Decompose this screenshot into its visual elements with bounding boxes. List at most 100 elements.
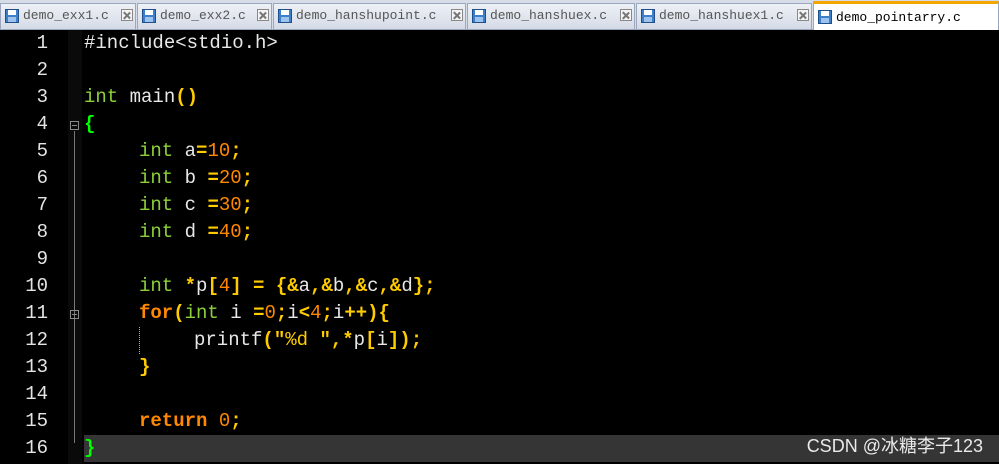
number: 4 <box>310 302 322 324</box>
number: 20 <box>218 167 242 189</box>
operator: () <box>175 86 199 108</box>
fold-minus-icon[interactable] <box>70 121 79 130</box>
save-disk-icon <box>5 9 19 23</box>
operator: ] <box>230 275 242 297</box>
number: 0 <box>218 410 231 432</box>
tab-label: demo_hanshuex1.c <box>659 8 784 23</box>
line-number: 7 <box>36 194 48 216</box>
code-line-16: } <box>84 435 95 462</box>
operator: ++){ <box>344 302 390 324</box>
operator: < <box>298 302 311 324</box>
operator: ", <box>319 329 343 351</box>
code-line-1: #include<stdio.h> <box>84 30 278 57</box>
identifier: d <box>401 275 413 297</box>
brace: { <box>84 113 96 135</box>
operator: (" <box>262 329 286 351</box>
save-disk-icon <box>641 9 655 23</box>
keyword: int <box>84 86 119 108</box>
operator: ; <box>230 410 242 432</box>
operator: ( <box>173 302 185 324</box>
code-line-5: int a=10; <box>139 138 242 165</box>
line-number: 12 <box>25 329 48 351</box>
close-icon[interactable] <box>620 9 632 21</box>
number: 4 <box>218 275 231 297</box>
close-icon[interactable] <box>257 9 269 21</box>
tab-label: demo_hanshupoint.c <box>296 8 437 23</box>
code-line-12: printf("%d ",*p[i]); <box>194 327 422 354</box>
tab-bar: demo_exx1.c demo_exx2.c demo_hanshupoint… <box>0 0 999 30</box>
operator: * <box>184 275 197 297</box>
close-icon[interactable] <box>121 9 133 21</box>
identifier: main <box>118 86 176 108</box>
operator: ; <box>321 302 333 324</box>
save-disk-icon <box>278 9 292 23</box>
code-line-10: int *p[4] = {&a,&b,&c,&d}; <box>139 273 436 300</box>
operator: ; <box>241 194 254 216</box>
code-line-4: { <box>84 111 95 138</box>
tab-demo-hanshuex1[interactable]: demo_hanshuex1.c <box>636 3 812 29</box>
tab-demo-hanshupoint[interactable]: demo_hanshupoint.c <box>273 3 466 29</box>
tab-label: demo_pointarry.c <box>836 10 961 25</box>
keyword: int <box>139 194 174 216</box>
identifier: i <box>332 302 345 324</box>
identifier: a <box>298 275 311 297</box>
operator: = {& <box>241 275 299 297</box>
line-number: 2 <box>36 59 48 81</box>
number: 10 <box>207 140 231 162</box>
operator: ,& <box>310 275 333 297</box>
tab-demo-exx1[interactable]: demo_exx1.c <box>0 3 136 29</box>
identifier: i <box>376 329 388 351</box>
tab-demo-exx2[interactable]: demo_exx2.c <box>137 3 272 29</box>
identifier: a <box>173 140 197 162</box>
fold-minus-icon[interactable] <box>70 310 79 319</box>
brace: } <box>139 356 151 378</box>
code-line-7: int c =30; <box>139 192 253 219</box>
identifier: i <box>287 302 299 324</box>
identifier: d <box>173 221 208 243</box>
save-disk-icon <box>472 9 486 23</box>
operator: }; <box>412 275 436 297</box>
operator: ,& <box>378 275 402 297</box>
save-disk-icon <box>818 10 832 24</box>
line-number: 1 <box>36 32 48 54</box>
operator: = <box>207 167 219 189</box>
operator: ]); <box>387 329 423 351</box>
identifier: c <box>367 275 379 297</box>
close-icon[interactable] <box>451 9 463 21</box>
tab-label: demo_hanshuex.c <box>490 8 608 23</box>
keyword: return <box>139 410 208 432</box>
number: 0 <box>264 302 276 324</box>
line-number: 8 <box>36 221 48 243</box>
keyword: int <box>139 275 174 297</box>
code-line-8: int d =40; <box>139 219 253 246</box>
line-number: 16 <box>25 437 48 459</box>
line-number: 3 <box>36 86 48 108</box>
fold-margin <box>68 30 82 464</box>
code-line-11: for(int i =0;i<4;i++){ <box>139 300 390 327</box>
operator: ; <box>230 140 242 162</box>
string: %d <box>285 329 320 351</box>
identifier: b <box>332 275 345 297</box>
line-number: 14 <box>25 383 48 405</box>
tab-demo-hanshuex[interactable]: demo_hanshuex.c <box>467 3 635 29</box>
line-number: 10 <box>25 275 48 297</box>
tab-demo-pointarry[interactable]: demo_pointarry.c <box>813 1 999 30</box>
keyword: int <box>139 167 174 189</box>
operator: = <box>253 302 265 324</box>
operator: [ <box>365 329 377 351</box>
identifier: b <box>173 167 208 189</box>
operator: = <box>196 140 208 162</box>
tab-label: demo_exx2.c <box>160 8 246 23</box>
close-icon[interactable] <box>797 9 809 21</box>
identifier: p <box>196 275 208 297</box>
code-line-13: } <box>139 354 150 381</box>
line-number: 6 <box>36 167 48 189</box>
preprocessor-include: #include<stdio.h> <box>84 32 278 54</box>
operator: ; <box>275 302 288 324</box>
keyword: int <box>184 302 219 324</box>
code-editor[interactable]: #include<stdio.h> int main() { int a=10;… <box>84 30 999 464</box>
tab-label: demo_exx1.c <box>23 8 109 23</box>
line-number: 11 <box>25 302 48 324</box>
